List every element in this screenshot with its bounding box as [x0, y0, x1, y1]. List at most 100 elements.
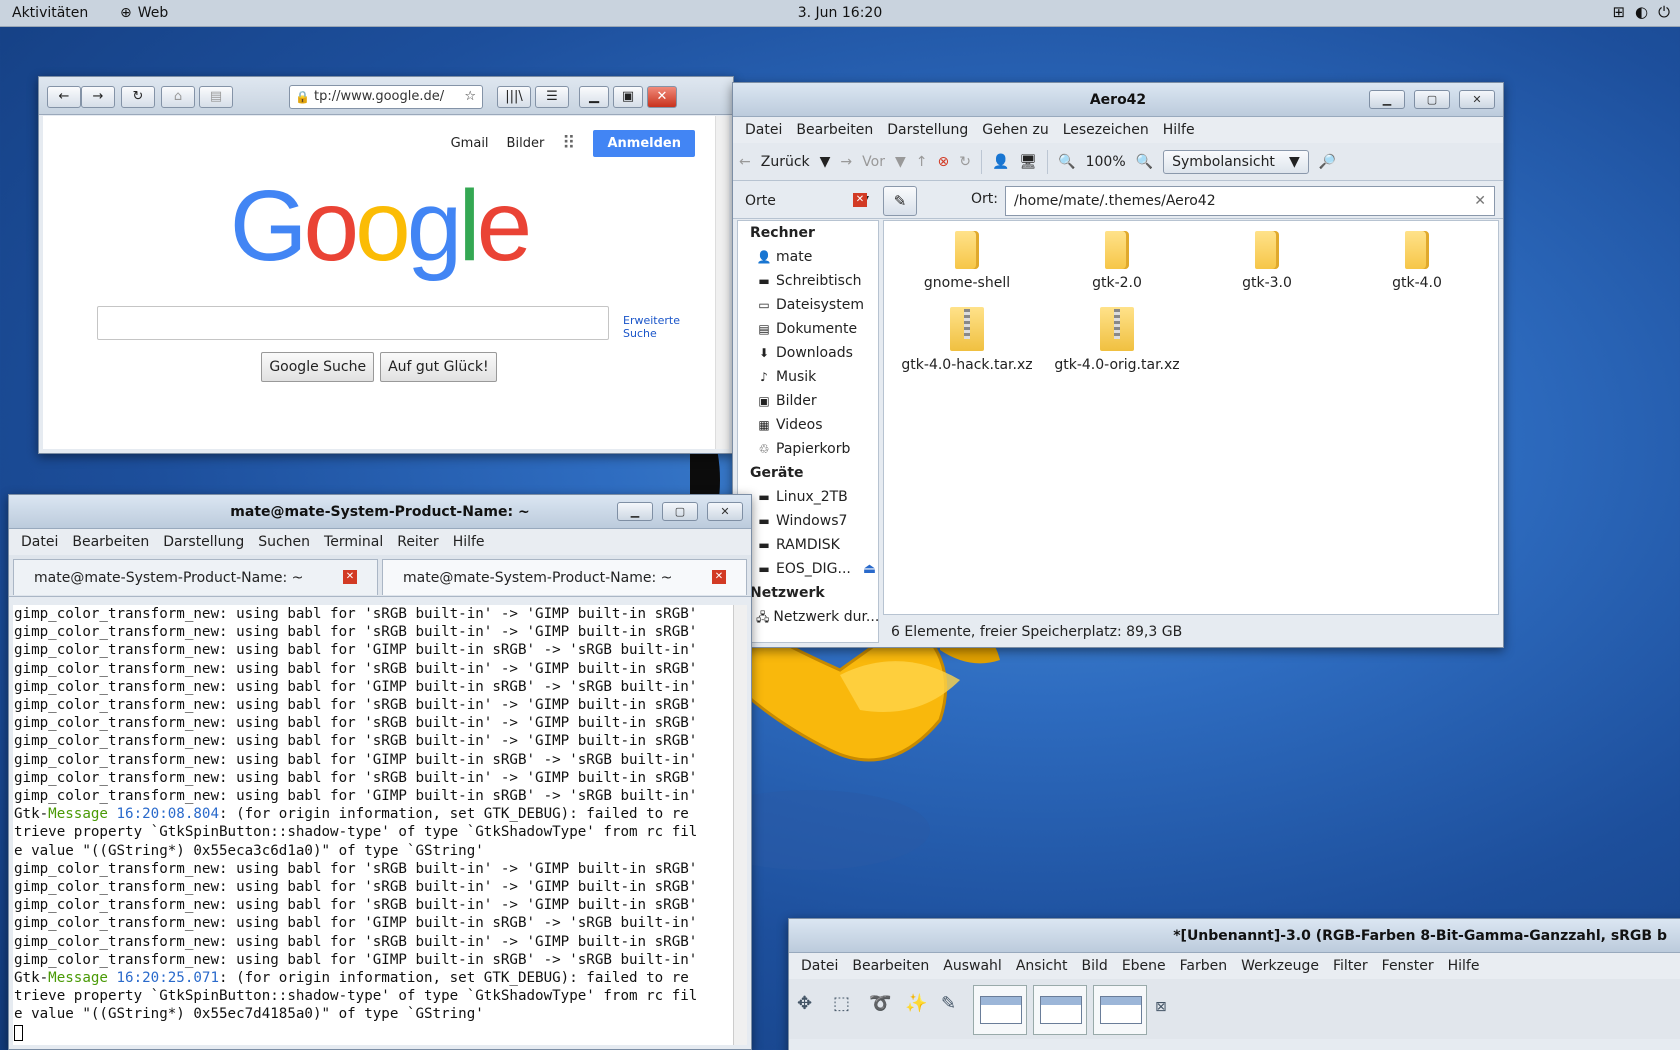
- bookmark-star-icon[interactable]: ☆: [464, 86, 476, 108]
- image-thumbnail[interactable]: [973, 985, 1027, 1035]
- lucky-button[interactable]: Auf gut Glück!: [380, 352, 497, 382]
- terminal-menu-darstellung[interactable]: Darstellung: [157, 532, 250, 552]
- close-sidebar-icon[interactable]: ✕: [853, 193, 867, 207]
- file-item[interactable]: gtk-4.0-orig.tar.xz: [1042, 307, 1192, 373]
- maximize-button[interactable]: ▢: [1414, 90, 1450, 109]
- sidebar-item[interactable]: ▦ Videos: [738, 413, 878, 437]
- gimp-menu-bild[interactable]: Bild: [1076, 956, 1114, 976]
- up-icon[interactable]: ↑: [916, 154, 928, 170]
- terminal-menu-bearbeiten[interactable]: Bearbeiten: [66, 532, 155, 552]
- home-folder-icon[interactable]: 👤: [992, 154, 1009, 170]
- sidebar-item[interactable]: 👤 mate: [738, 245, 878, 269]
- gimp-titlebar[interactable]: *[Unbenannt]-3.0 (RGB-Farben 8-Bit-Gamma…: [789, 919, 1680, 953]
- sidebar-item[interactable]: ⬇ Downloads: [738, 341, 878, 365]
- gimp-menu-bearbeiten[interactable]: Bearbeiten: [846, 956, 935, 976]
- location-input[interactable]: /home/mate/.themes/Aero42 ✕: [1005, 186, 1495, 216]
- terminal-tab-1[interactable]: mate@mate-System-Product-Name: ~ ✕: [13, 559, 378, 595]
- lock-icon[interactable]: 🔒: [295, 86, 310, 108]
- gmail-link[interactable]: Gmail: [451, 136, 489, 151]
- sidebar-item[interactable]: ▭ Dateisystem: [738, 293, 878, 317]
- terminal-tab-2[interactable]: mate@mate-System-Product-Name: ~ ✕: [382, 559, 747, 595]
- google-search-button[interactable]: Google Suche: [261, 352, 375, 382]
- library-button[interactable]: |||\: [497, 86, 531, 108]
- forward-button[interactable]: →: [81, 86, 115, 108]
- network-icon[interactable]: ⊞: [1612, 3, 1625, 21]
- file-item[interactable]: gtk-4.0-hack.tar.xz: [892, 307, 1042, 373]
- sidebar-item[interactable]: ▬ EOS_DIG... ⏏: [738, 557, 878, 581]
- gimp-menu-hilfe[interactable]: Hilfe: [1442, 956, 1486, 976]
- activities-button[interactable]: Aktivitäten: [12, 5, 88, 21]
- volume-icon[interactable]: ◐: [1635, 3, 1648, 21]
- gimp-menu-filter[interactable]: Filter: [1327, 956, 1374, 976]
- file-item[interactable]: gnome-shell: [892, 231, 1042, 291]
- close-button[interactable]: ✕: [647, 86, 677, 108]
- terminal-menu-suchen[interactable]: Suchen: [252, 532, 316, 552]
- gimp-menu-ebene[interactable]: Ebene: [1116, 956, 1172, 976]
- terminal-menu-hilfe[interactable]: Hilfe: [447, 532, 491, 552]
- caja-menu-datei[interactable]: Datei: [739, 120, 788, 140]
- forward-button[interactable]: Vor: [862, 154, 885, 170]
- stop-icon[interactable]: ⊗: [937, 154, 949, 170]
- move-tool-icon[interactable]: ✥: [797, 993, 812, 1014]
- gimp-menu-fenster[interactable]: Fenster: [1376, 956, 1440, 976]
- sidebar-item[interactable]: ▬ Windows7: [738, 509, 878, 533]
- caja-menu-bearbeiten[interactable]: Bearbeiten: [790, 120, 879, 140]
- home-button[interactable]: ⌂: [161, 86, 195, 108]
- view-mode-select[interactable]: Symbolansicht ▼: [1163, 149, 1309, 174]
- search-icon[interactable]: 🔎: [1319, 154, 1336, 170]
- sidebar-item[interactable]: ▣ Bilder: [738, 389, 878, 413]
- sidebar-item[interactable]: ▬ Linux_2TB: [738, 485, 878, 509]
- zoom-in-icon[interactable]: 🔍: [1136, 154, 1153, 170]
- caja-menu-lesezeichen[interactable]: Lesezeichen: [1057, 120, 1155, 140]
- edit-location-button[interactable]: ✎: [883, 186, 917, 216]
- sidebar-item[interactable]: ▬ RAMDISK: [738, 533, 878, 557]
- gimp-menu-werkzeuge[interactable]: Werkzeuge: [1235, 956, 1325, 976]
- search-input[interactable]: [97, 306, 609, 340]
- sidebar-item[interactable]: ▤ Dokumente: [738, 317, 878, 341]
- minimize-button[interactable]: ▁: [617, 502, 653, 521]
- file-manager-titlebar[interactable]: Aero42 ▁ ▢ ✕: [733, 83, 1503, 117]
- computer-icon[interactable]: 🖥: [1019, 154, 1037, 170]
- file-item[interactable]: gtk-2.0: [1042, 231, 1192, 291]
- terminal-titlebar[interactable]: mate@mate-System-Product-Name: ~ ▁ ▢ ✕: [9, 495, 751, 529]
- forward-history-dropdown[interactable]: ▼: [895, 154, 906, 170]
- sidebar-button[interactable]: ▤: [199, 86, 233, 108]
- back-history-dropdown[interactable]: ▼: [820, 154, 831, 170]
- gimp-menu-ansicht[interactable]: Ansicht: [1010, 956, 1074, 976]
- terminal-menu-reiter[interactable]: Reiter: [391, 532, 444, 552]
- gimp-menu-auswahl[interactable]: Auswahl: [937, 956, 1008, 976]
- sidebar-item[interactable]: 🖧 Netzwerk dur...: [738, 605, 878, 629]
- maximize-button[interactable]: ▢: [662, 502, 698, 521]
- url-bar[interactable]: 🔒 tp://www.google.de/ ☆: [289, 85, 483, 109]
- page-scrollbar[interactable]: [715, 116, 729, 449]
- back-button[interactable]: ←: [47, 86, 81, 108]
- file-item[interactable]: gtk-4.0: [1342, 231, 1492, 291]
- maximize-button[interactable]: ▣: [613, 86, 643, 108]
- gimp-menu-farben[interactable]: Farben: [1174, 956, 1233, 976]
- terminal-menu-terminal[interactable]: Terminal: [318, 532, 389, 552]
- close-button[interactable]: ✕: [1459, 90, 1495, 109]
- image-thumbnail[interactable]: [1033, 985, 1087, 1035]
- terminal-menu-datei[interactable]: Datei: [15, 532, 64, 552]
- caja-menu-darstellung[interactable]: Darstellung: [881, 120, 974, 140]
- caja-menu-gehen-zu[interactable]: Gehen zu: [976, 120, 1055, 140]
- reload-icon[interactable]: ↻: [959, 154, 971, 170]
- forward-arrow-icon[interactable]: →: [840, 154, 852, 170]
- eject-icon[interactable]: ⏏: [863, 557, 876, 581]
- minimize-button[interactable]: ▁: [579, 86, 609, 108]
- fuzzy-select-icon[interactable]: ✨: [905, 993, 927, 1014]
- close-tab-icon[interactable]: ✕: [712, 570, 726, 584]
- sidebar-item[interactable]: ♲ Papierkorb: [738, 437, 878, 461]
- zoom-level[interactable]: 100%: [1086, 154, 1126, 170]
- file-item[interactable]: gtk-3.0: [1192, 231, 1342, 291]
- terminal-output[interactable]: gimp_color_transform_new: using babl for…: [13, 605, 733, 1045]
- menu-button[interactable]: ☰: [535, 86, 569, 108]
- close-tab-icon[interactable]: ✕: [343, 570, 357, 584]
- back-arrow-icon[interactable]: ←: [739, 154, 751, 170]
- signin-button[interactable]: Anmelden: [593, 130, 695, 157]
- power-icon[interactable]: ⏻: [1658, 3, 1670, 21]
- sidebar-item[interactable]: ▬ Schreibtisch: [738, 269, 878, 293]
- terminal-scrollbar[interactable]: [733, 605, 747, 1045]
- paint-tool-icon[interactable]: ✎: [941, 993, 956, 1014]
- clock[interactable]: 3. Jun 16:20: [798, 5, 882, 21]
